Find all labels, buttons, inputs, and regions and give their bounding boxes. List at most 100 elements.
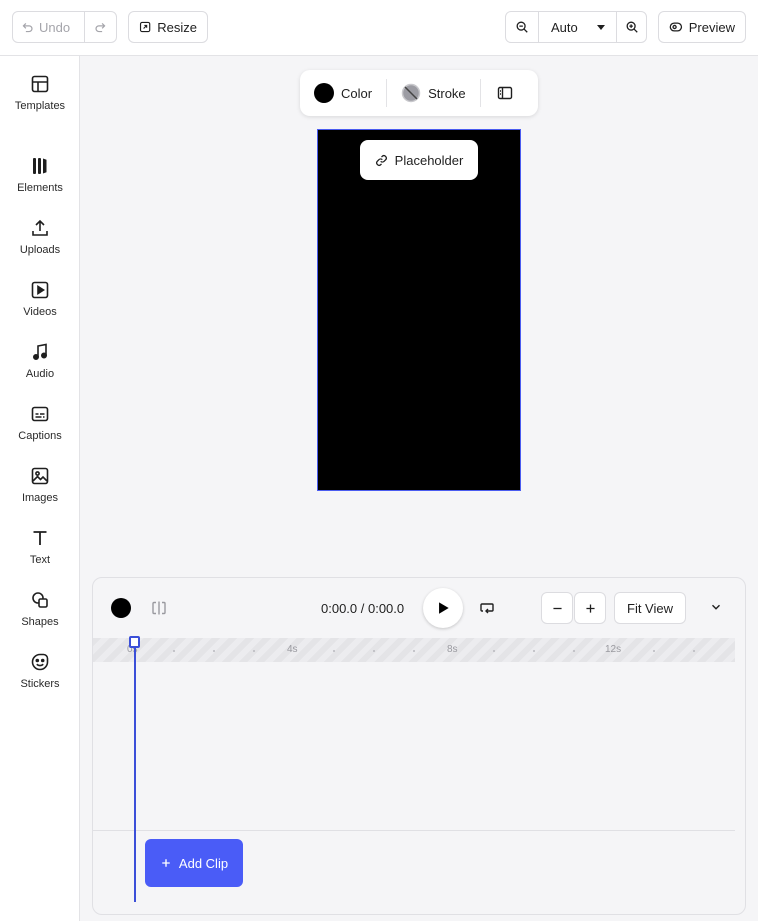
minus-icon <box>552 607 562 609</box>
timeline-zoom-out-button[interactable] <box>541 592 573 624</box>
panel-toggle-button[interactable] <box>481 70 529 116</box>
fit-view-label: Fit View <box>627 600 673 616</box>
elements-icon <box>33 158 47 174</box>
undo-redo-group: Undo <box>12 11 117 43</box>
placeholder-button[interactable]: Placeholder <box>360 140 478 180</box>
sidebar-item-captions[interactable]: Captions <box>0 404 80 460</box>
eye-icon <box>669 22 683 32</box>
add-clip-label: Add Clip <box>178 855 229 871</box>
link-icon <box>375 154 387 166</box>
plus-icon <box>585 603 595 613</box>
sidebar-item-stickers[interactable]: Stickers <box>0 652 80 708</box>
sidebar-item-images[interactable]: Images <box>0 466 80 522</box>
resize-label: Resize <box>157 19 197 35</box>
stroke-button[interactable]: Stroke <box>387 70 480 116</box>
sidebar-item-label: Elements <box>17 182 63 194</box>
ruler-label: 12s <box>605 644 622 655</box>
loop-button[interactable] <box>479 600 495 616</box>
timeline-ruler[interactable]: 0s 4s 8s 12s <box>93 638 735 662</box>
ruler-tick <box>213 650 215 652</box>
shapes-icon <box>32 592 48 608</box>
split-icon <box>152 601 166 615</box>
sidebar-item-label: Audio <box>25 368 55 380</box>
sidebar: Templates Elements Uploads Videos Audio … <box>0 56 80 921</box>
ruler-tick <box>573 650 575 652</box>
color-swatch <box>314 83 334 103</box>
zoom-in-button[interactable] <box>616 12 646 42</box>
sidebar-item-label: Text <box>29 554 51 566</box>
captions-icon <box>31 406 49 422</box>
sidebar-item-shapes[interactable]: Shapes <box>0 590 80 646</box>
stroke-label: Stroke <box>428 85 466 101</box>
plus-icon <box>162 859 170 867</box>
track-separator <box>93 830 735 831</box>
sidebar-item-label: Videos <box>23 306 57 318</box>
undo-button[interactable]: Undo <box>13 12 84 42</box>
top-bar: Undo Resize Auto Preview <box>0 0 758 56</box>
video-icon <box>31 281 49 299</box>
preview-label: Preview <box>688 19 735 35</box>
sidebar-item-templates[interactable]: Templates <box>0 74 80 130</box>
ruler-tick <box>253 650 255 652</box>
sidebar-item-videos[interactable]: Videos <box>0 280 80 336</box>
playhead-line <box>134 638 136 902</box>
preview-button[interactable]: Preview <box>658 11 746 43</box>
ruler-tick <box>333 650 335 652</box>
image-icon <box>31 467 49 485</box>
fit-view-button[interactable]: Fit View <box>614 592 686 624</box>
record-button[interactable] <box>111 598 131 618</box>
sidebar-item-audio[interactable]: Audio <box>0 342 80 398</box>
sidebar-item-label: Stickers <box>20 678 60 690</box>
play-button[interactable] <box>423 588 463 628</box>
caret-down-icon <box>597 25 605 30</box>
undo-label: Undo <box>39 19 71 35</box>
ruler-tick <box>173 650 175 652</box>
sidebar-item-label: Templates <box>14 100 66 112</box>
color-label: Color <box>341 85 373 101</box>
upload-icon <box>32 219 48 236</box>
color-button[interactable]: Color <box>300 70 386 116</box>
zoom-in-icon <box>626 21 638 33</box>
sidebar-item-uploads[interactable]: Uploads <box>0 218 80 274</box>
sidebar-item-label: Images <box>21 492 59 504</box>
sidebar-item-label: Shapes <box>21 616 59 628</box>
playhead-handle[interactable] <box>129 636 140 648</box>
music-note-icon <box>32 343 48 361</box>
redo-icon <box>95 22 106 32</box>
zoom-select[interactable]: Auto <box>538 12 616 42</box>
video-canvas[interactable] <box>317 129 521 491</box>
ruler-tick <box>373 650 375 652</box>
time-display: 0:00.0 / 0:00.0 <box>321 601 405 616</box>
panel-icon <box>497 86 512 100</box>
sidebar-item-elements[interactable]: Elements <box>0 156 80 212</box>
collapse-timeline-button[interactable] <box>709 600 725 616</box>
zoom-value: Auto <box>551 19 578 35</box>
timeline-controls: 0:00.0 / 0:00.0 Fit View <box>93 578 747 638</box>
ruler-tick <box>413 650 415 652</box>
zoom-control: Auto <box>505 11 647 43</box>
no-stroke-icon <box>401 83 421 103</box>
ruler-tick <box>493 650 495 652</box>
resize-icon <box>139 21 151 33</box>
element-toolbar: Color Stroke <box>300 70 538 116</box>
undo-icon <box>22 22 33 32</box>
timeline-zoom-in-button[interactable] <box>574 592 606 624</box>
sticker-icon <box>31 653 49 671</box>
add-clip-button[interactable]: Add Clip <box>145 839 243 887</box>
layout-icon <box>31 75 49 93</box>
ruler-label: 4s <box>287 644 298 655</box>
play-icon <box>439 602 449 614</box>
zoom-out-icon <box>516 21 528 33</box>
chevron-down-icon <box>712 604 720 610</box>
ruler-tick <box>693 650 695 652</box>
timeline-panel: 0:00.0 / 0:00.0 Fit View 0s 4s 8s 12s Ad… <box>92 577 746 915</box>
split-button[interactable] <box>151 600 167 616</box>
resize-button[interactable]: Resize <box>128 11 208 43</box>
placeholder-label: Placeholder <box>394 152 464 168</box>
ruler-tick <box>653 650 655 652</box>
redo-button[interactable] <box>84 12 116 42</box>
ruler-label: 8s <box>447 644 458 655</box>
sidebar-item-text[interactable]: Text <box>0 528 80 584</box>
ruler-tick <box>533 650 535 652</box>
zoom-out-button[interactable] <box>506 12 538 42</box>
